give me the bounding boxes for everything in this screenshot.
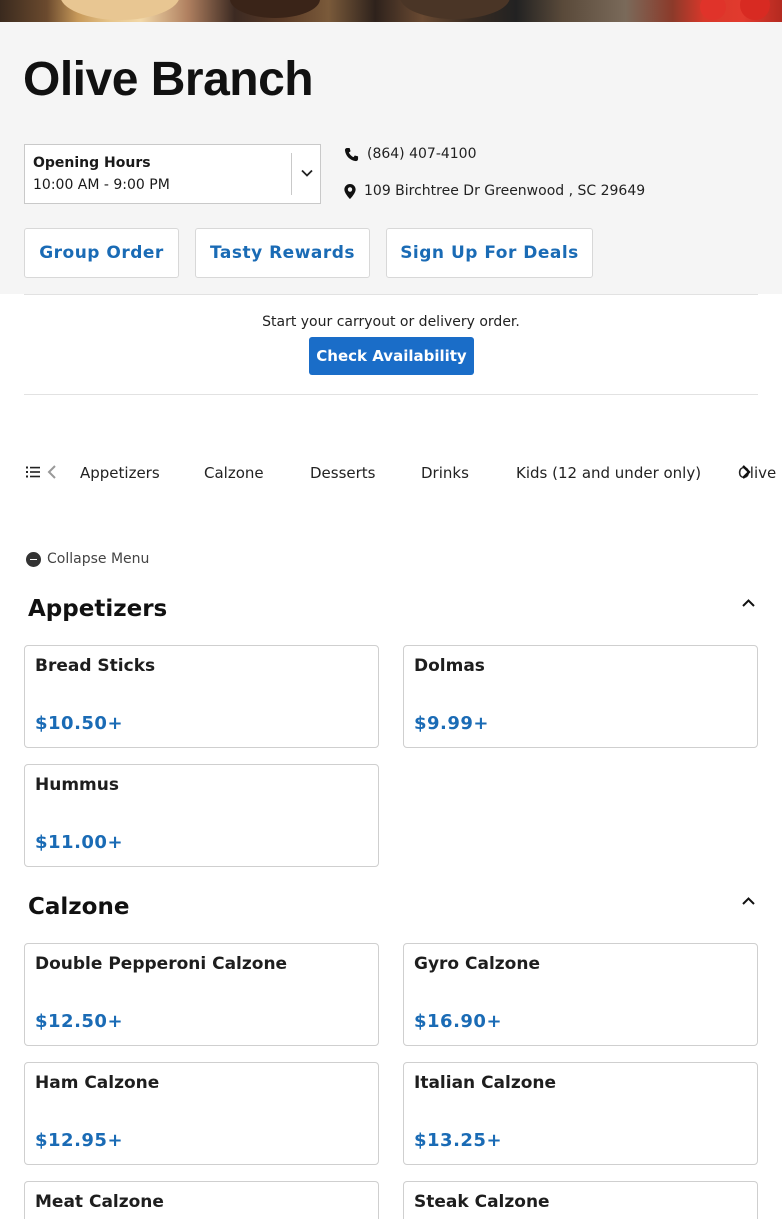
category-tab-kids[interactable]: Kids (12 and under only) xyxy=(516,464,701,482)
menu-item-card[interactable]: Steak Calzone xyxy=(403,1181,758,1219)
phone-line[interactable]: (864) 407-4100 xyxy=(344,146,477,162)
chevron-down-icon[interactable] xyxy=(299,165,315,181)
item-name: Bread Sticks xyxy=(35,656,156,676)
check-availability-button[interactable]: Check Availability xyxy=(309,337,474,375)
menu-item-card[interactable]: Bread Sticks $10.50+ xyxy=(24,645,379,748)
minus-circle-icon xyxy=(26,551,41,567)
map-pin-icon xyxy=(344,183,356,199)
item-name: Double Pepperoni Calzone xyxy=(35,954,288,974)
availability-text: Start your carryout or delivery order. xyxy=(262,314,520,330)
group-order-button[interactable]: Group Order xyxy=(24,228,179,278)
item-name: Gyro Calzone xyxy=(414,954,540,974)
menu-item-card[interactable]: Double Pepperoni Calzone $12.50+ xyxy=(24,943,379,1046)
restaurant-header: Olive Branch Opening Hours 10:00 AM - 9:… xyxy=(0,22,782,294)
item-name: Hummus xyxy=(35,775,119,795)
item-price: $10.50+ xyxy=(35,713,124,734)
collapse-menu-toggle[interactable]: Collapse Menu xyxy=(26,551,149,567)
opening-hours-dropdown[interactable]: Opening Hours 10:00 AM - 9:00 PM xyxy=(24,144,321,204)
category-tab-desserts[interactable]: Desserts xyxy=(310,464,376,482)
item-name: Steak Calzone xyxy=(414,1192,550,1212)
item-price: $16.90+ xyxy=(414,1011,503,1032)
item-name: Meat Calzone xyxy=(35,1192,164,1212)
tasty-rewards-button[interactable]: Tasty Rewards xyxy=(195,228,370,278)
menu-item-card[interactable]: Ham Calzone $12.95+ xyxy=(24,1062,379,1165)
restaurant-name: Olive Branch xyxy=(23,53,314,106)
item-price: $9.99+ xyxy=(414,713,490,734)
address-text[interactable]: 109 Birchtree Dr Greenwood , SC 29649 xyxy=(364,183,645,199)
collapse-menu-label: Collapse Menu xyxy=(47,551,150,567)
phone-icon xyxy=(344,147,359,161)
item-price: $13.25+ xyxy=(414,1130,503,1151)
menu-item-card[interactable]: Italian Calzone $13.25+ xyxy=(403,1062,758,1165)
item-price: $12.50+ xyxy=(35,1011,124,1032)
address-line[interactable]: 109 Birchtree Dr Greenwood , SC 29649 xyxy=(344,183,645,199)
phone-number[interactable]: (864) 407-4100 xyxy=(367,146,477,162)
availability-panel: Start your carryout or delivery order. C… xyxy=(24,294,758,395)
chevron-left-icon[interactable] xyxy=(47,465,57,479)
item-name: Ham Calzone xyxy=(35,1073,160,1093)
category-nav: Appetizers Calzone Desserts Drinks Kids … xyxy=(0,458,782,488)
section-title-appetizers: Appetizers xyxy=(28,596,168,622)
opening-hours-label: Opening Hours xyxy=(33,155,151,171)
menu-item-card[interactable]: Meat Calzone xyxy=(24,1181,379,1219)
dropdown-divider xyxy=(291,153,292,195)
menu-item-card[interactable]: Hummus $11.00+ xyxy=(24,764,379,867)
chevron-right-icon[interactable] xyxy=(740,464,752,480)
item-price: $11.00+ xyxy=(35,832,124,853)
menu-item-card[interactable]: Dolmas $9.99+ xyxy=(403,645,758,748)
list-icon[interactable] xyxy=(26,465,40,479)
section-title-calzone: Calzone xyxy=(28,894,130,920)
item-price: $12.95+ xyxy=(35,1130,124,1151)
chevron-up-icon[interactable] xyxy=(741,895,756,907)
menu-item-card[interactable]: Gyro Calzone $16.90+ xyxy=(403,943,758,1046)
item-name: Italian Calzone xyxy=(414,1073,557,1093)
category-tab-calzone[interactable]: Calzone xyxy=(204,464,264,482)
hero-image xyxy=(0,0,782,22)
category-tab-drinks[interactable]: Drinks xyxy=(421,464,469,482)
chevron-up-icon[interactable] xyxy=(741,597,756,609)
item-name: Dolmas xyxy=(414,656,485,676)
opening-hours-value: 10:00 AM - 9:00 PM xyxy=(33,177,170,193)
sign-up-deals-button[interactable]: Sign Up For Deals xyxy=(386,228,593,278)
category-tab-appetizers[interactable]: Appetizers xyxy=(80,464,160,482)
